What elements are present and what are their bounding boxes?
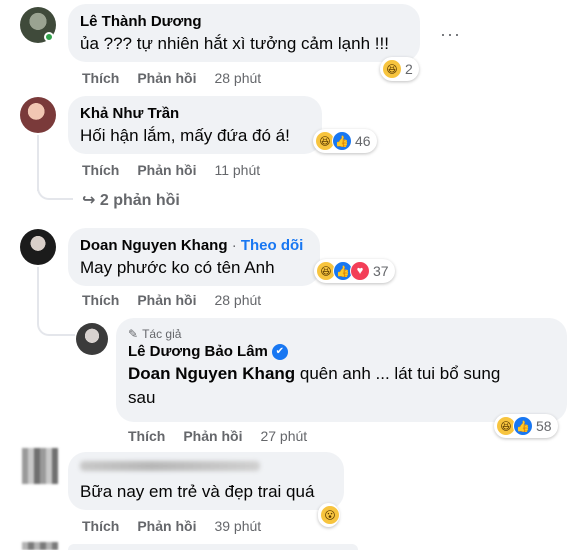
reply-button[interactable]: Phản hồi <box>137 70 196 86</box>
reaction-summary[interactable]: 😆 👍 58 <box>494 414 558 438</box>
comment-author[interactable]: Doan Nguyen Khang <box>80 237 228 254</box>
avatar[interactable] <box>20 229 56 265</box>
comment-text: ủa ??? tự nhiên hắt xì tưởng cảm lạnh !!… <box>80 34 389 53</box>
blurred-author-name <box>80 461 260 471</box>
reaction-count: 58 <box>536 418 552 434</box>
reply-button[interactable]: Phản hồi <box>137 162 196 178</box>
comment-timestamp[interactable]: 39 phút <box>214 518 261 534</box>
mention-link[interactable]: Doan Nguyen Khang <box>128 364 295 383</box>
reaction-count: 2 <box>405 61 413 77</box>
comment-text: Doan Nguyen Khang quên anh ... lát tui b… <box>128 362 555 386</box>
reaction-summary[interactable]: 😆 👍 ♥ 37 <box>314 259 395 283</box>
comment-text: Hối hận lắm, mấy đứa đó á! <box>80 126 290 145</box>
reaction-summary[interactable]: 😆 👍 46 <box>313 129 377 153</box>
reaction-count: 37 <box>373 263 389 279</box>
comment-timestamp[interactable]: 28 phút <box>214 70 261 86</box>
online-status-dot <box>44 32 54 42</box>
comment-actions: Thích Phản hồi 27 phút <box>128 428 307 444</box>
like-button[interactable]: Thích <box>82 518 119 534</box>
comment-bubble: Lê Thành Dương ủa ??? tự nhiên hắt xì tư… <box>68 4 420 62</box>
love-reaction-icon: ♥ <box>350 261 370 281</box>
like-reaction-icon: 👍 <box>332 131 352 151</box>
comment-actions: Thích Phản hồi 11 phút <box>82 162 260 178</box>
comment-actions: Thích Phản hồi 28 phút <box>82 292 261 308</box>
reaction-summary[interactable]: 😆 2 <box>380 57 419 81</box>
reply-arrow-icon: ↪ <box>82 192 96 209</box>
comment-author-line: Lê Dương Bảo Lâm ✔ <box>128 342 555 362</box>
haha-reaction-icon: 😆 <box>382 59 402 79</box>
pencil-icon: ✎ <box>128 327 139 341</box>
comment-timestamp[interactable]: 27 phút <box>260 428 307 444</box>
reaction-summary[interactable]: 😮 <box>318 503 340 527</box>
comment-actions: Thích Phản hồi 28 phút <box>82 70 261 86</box>
separator-dot: · <box>231 237 237 254</box>
like-button[interactable]: Thích <box>82 162 119 178</box>
like-reaction-icon: 👍 <box>513 416 533 436</box>
comment-bubble: ✎ Tác giả Lê Dương Bảo Lâm ✔ Doan Nguyen … <box>116 318 567 422</box>
view-replies-label: 2 phản hồi <box>99 192 180 209</box>
avatar[interactable] <box>20 97 56 133</box>
comment-text: Bữa nay em trẻ và đẹp trai quá <box>80 482 315 501</box>
author-badge-label: Tác giả <box>142 327 182 341</box>
more-options-icon[interactable]: ··· <box>440 24 461 45</box>
avatar[interactable] <box>22 448 58 484</box>
wow-reaction-icon: 😮 <box>320 505 340 525</box>
comment-bubble: Khả Như Trần Hối hận lắm, mấy đứa đó á! <box>68 96 322 154</box>
comment-bubble <box>68 544 358 550</box>
reaction-count: 46 <box>355 133 371 149</box>
comment-author[interactable]: Lê Thành Dương <box>80 12 408 32</box>
like-button[interactable]: Thích <box>82 70 119 86</box>
reply-button[interactable]: Phản hồi <box>137 518 196 534</box>
thread-connector <box>37 185 73 200</box>
comment-text-line-1: quên anh ... lát tui bổ sung <box>295 364 501 383</box>
like-button[interactable]: Thích <box>128 428 165 444</box>
comment-author[interactable]: Khả Như Trần <box>80 104 310 124</box>
comment-actions: Thích Phản hồi 39 phút <box>82 518 261 534</box>
reply-button[interactable]: Phản hồi <box>137 292 196 308</box>
comment-text-line-2: sau <box>128 388 156 407</box>
comment-text: May phước ko có tên Anh <box>80 258 275 277</box>
comment-timestamp[interactable]: 28 phút <box>214 292 261 308</box>
comment-timestamp[interactable]: 11 phút <box>214 162 260 178</box>
follow-button[interactable]: Theo dõi <box>241 237 304 254</box>
author-badge: ✎ Tác giả <box>128 326 555 342</box>
like-button[interactable]: Thích <box>82 292 119 308</box>
thread-connector <box>37 316 75 336</box>
view-replies-link[interactable]: ↪ 2 phản hồi <box>82 190 180 210</box>
thread-line <box>37 267 39 322</box>
comment-author[interactable]: Lê Dương Bảo Lâm <box>128 343 268 360</box>
reply-button[interactable]: Phản hồi <box>183 428 242 444</box>
comment-bubble: Doan Nguyen Khang · Theo dõi May phước k… <box>68 228 320 286</box>
verified-badge-icon: ✔ <box>271 344 288 361</box>
thread-line <box>37 135 39 191</box>
avatar[interactable] <box>76 323 108 355</box>
comment-author-line: Doan Nguyen Khang · Theo dõi <box>80 236 308 256</box>
avatar[interactable] <box>22 542 58 550</box>
